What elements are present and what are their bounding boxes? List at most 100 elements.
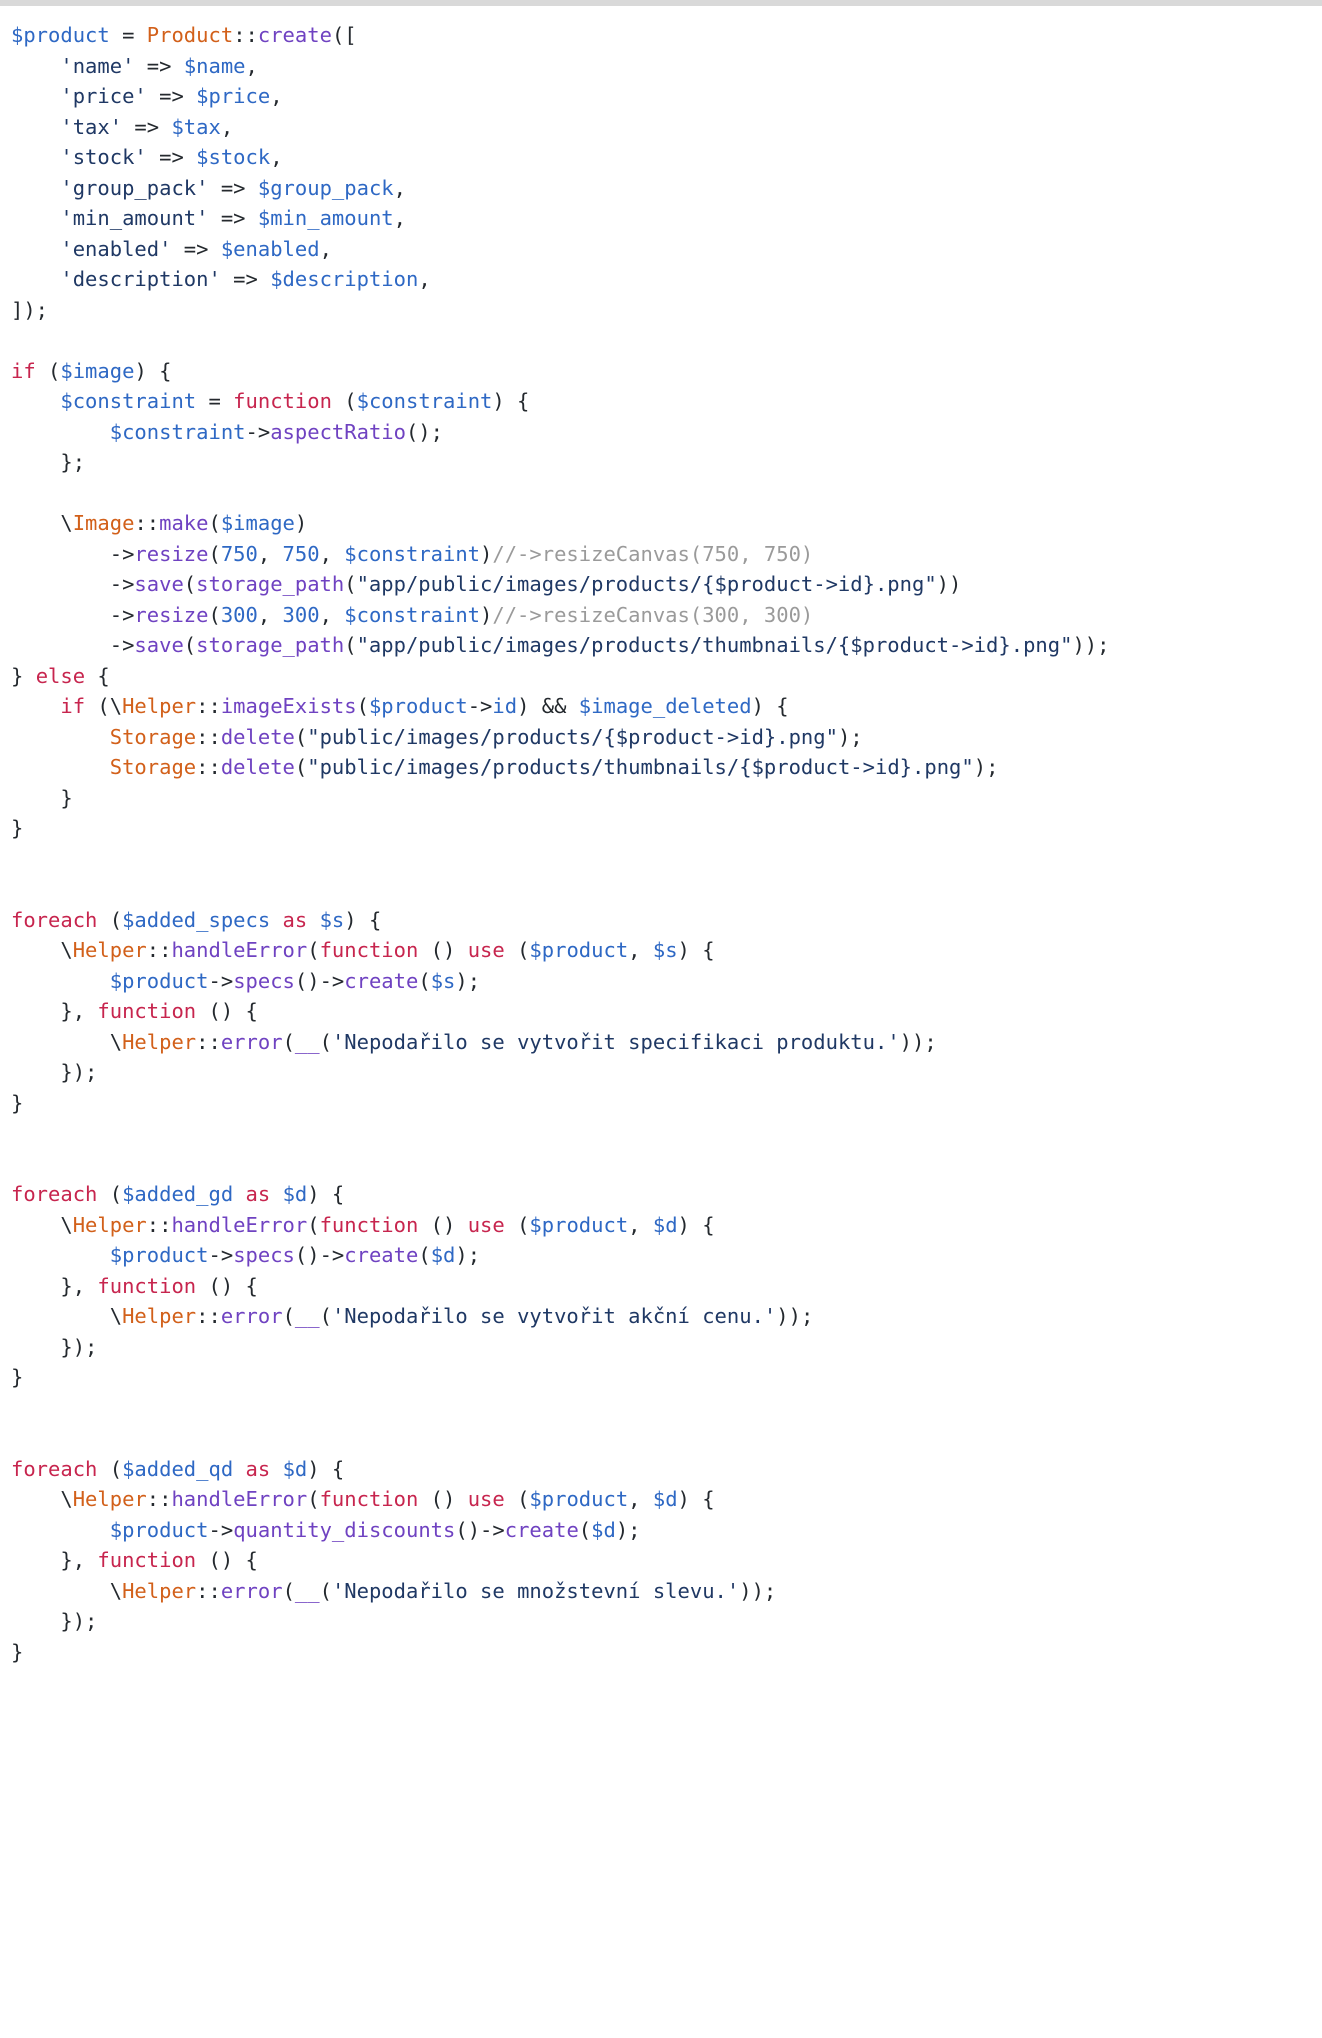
code-token-fn: imageExists xyxy=(220,694,357,718)
code-line: 'price' => $price, xyxy=(11,81,1322,112)
code-line: }); xyxy=(11,1057,1322,1088)
code-line: \Helper::error(__('Nepodařilo se množste… xyxy=(11,1576,1322,1607)
code-token-str: 'enabled' xyxy=(60,236,172,261)
code-line: if (\Helper::imageExists($product->id) &… xyxy=(11,691,1322,722)
code-token-pun: :: xyxy=(196,1029,221,1054)
code-token-pun xyxy=(11,267,60,291)
code-token-pun: )); xyxy=(1072,633,1110,657)
code-token-str: 'Nepodařilo se vytvořit specifikaci prod… xyxy=(331,1029,900,1054)
code-line: \Helper::error(__('Nepodařilo se vytvoři… xyxy=(11,1301,1322,1332)
code-token-fn: storage_path xyxy=(196,633,345,657)
code-token-var: $product xyxy=(529,1212,629,1237)
code-token-pun: , xyxy=(628,1212,653,1237)
code-token-var: $product xyxy=(368,694,468,718)
code-token-pun: ( xyxy=(344,572,357,596)
code-token-pun: , xyxy=(270,145,283,169)
code-token-cls: Helper xyxy=(122,1578,197,1603)
code-token-cmt: //->resizeCanvas(750, 750) xyxy=(492,541,814,566)
code-token-pun: () xyxy=(418,1487,468,1511)
code-token-kw: foreach xyxy=(11,907,98,932)
code-token-var: $tax xyxy=(171,114,221,139)
code-line: }); xyxy=(11,1332,1322,1363)
code-token-str: 'tax' xyxy=(60,114,123,139)
code-token-pun xyxy=(11,969,110,993)
code-token-kw: else xyxy=(35,663,86,688)
code-token-str: 'price' xyxy=(60,84,147,108)
code-token-kw: function xyxy=(319,1212,419,1237)
code-line: 'min_amount' => $min_amount, xyxy=(11,203,1322,234)
code-token-var: $s xyxy=(652,938,678,962)
code-token-str: "public/images/products/thumbnails/{$pro… xyxy=(307,755,974,779)
code-token-fn: quantity_discounts xyxy=(233,1517,456,1542)
code-token-pun xyxy=(11,1518,110,1542)
code-token-var: $group_pack xyxy=(257,175,394,200)
code-token-pun: :: xyxy=(146,1487,172,1511)
code-line: \Helper::handleError(function () use ($p… xyxy=(11,1484,1322,1515)
code-token-pun: }); xyxy=(11,1060,98,1084)
code-line: }, function () { xyxy=(11,1271,1322,1302)
code-token-str: "app/public/images/products/thumbnails/{… xyxy=(356,633,1073,657)
code-token-fn: create xyxy=(257,23,332,47)
code-token-pun: }); xyxy=(11,1334,98,1359)
code-token-pun xyxy=(11,206,60,230)
code-line: $product->specs()->create($s); xyxy=(11,966,1322,997)
code-token-prop: id xyxy=(492,694,518,718)
code-line: ->save(storage_path("app/public/images/p… xyxy=(11,569,1322,600)
code-token-pun: () xyxy=(418,1212,468,1237)
code-token-pun: ( xyxy=(282,1578,295,1603)
code-token-pun: :: xyxy=(233,23,258,47)
code-token-var: $d xyxy=(591,1517,616,1542)
code-token-pun: , xyxy=(628,938,653,962)
code-line: $product->quantity_discounts()->create($… xyxy=(11,1515,1322,1546)
code-token-pun: ( xyxy=(183,572,197,596)
code-token-fn: specs xyxy=(233,1243,295,1267)
code-line: $product->specs()->create($d); xyxy=(11,1240,1322,1271)
code-token-var: $min_amount xyxy=(257,206,394,230)
code-token-pun: ( xyxy=(294,755,308,779)
code-token-cls: Helper xyxy=(72,1487,147,1511)
code-line: }, function () { xyxy=(11,996,1322,1027)
code-line: } xyxy=(11,1088,1322,1119)
code-token-var: $stock xyxy=(196,145,271,169)
code-token-var: $image xyxy=(60,358,135,383)
code-line: if ($image) { xyxy=(11,356,1322,387)
code-token-pun: ); xyxy=(837,724,863,749)
code-token-pun xyxy=(11,755,110,779)
code-token-pun: ( xyxy=(208,511,221,535)
code-token-pun: ( xyxy=(504,1487,530,1511)
code-token-pun: => xyxy=(171,236,221,261)
code-token-pun xyxy=(11,420,110,444)
code-token-pun: }, xyxy=(11,1548,98,1572)
code-token-pun: ( xyxy=(504,938,530,962)
code-token-pun: , xyxy=(319,602,345,627)
code-line: ]); xyxy=(11,295,1322,326)
code-token-var: $s xyxy=(430,968,456,993)
code-line: 'tax' => $tax, xyxy=(11,112,1322,143)
code-token-var: $d xyxy=(652,1487,678,1511)
code-token-pun: ( xyxy=(319,1578,332,1603)
code-token-pun xyxy=(11,176,60,200)
code-token-pun: -> xyxy=(11,572,135,596)
code-token-pun: ) { xyxy=(677,1487,715,1511)
code-token-var: $enabled xyxy=(220,236,320,261)
code-token-pun: } xyxy=(11,816,24,840)
code-token-pun xyxy=(270,1182,282,1206)
code-token-pun: } xyxy=(11,1365,24,1389)
code-token-var: $product xyxy=(529,938,629,962)
code-token-pun: => xyxy=(146,145,197,169)
code-token-var: $constraint xyxy=(344,541,481,566)
code-line: Storage::delete("public/images/products/… xyxy=(11,752,1322,783)
code-token-var: $product xyxy=(109,1517,209,1542)
code-token-str: 'group_pack' xyxy=(60,175,209,200)
code-listing[interactable]: $product = Product::create([ 'name' => $… xyxy=(0,6,1322,1667)
code-token-var: $name xyxy=(183,53,246,78)
code-token-pun: \ xyxy=(11,1304,123,1328)
code-token-pun: ( xyxy=(307,1212,320,1237)
code-token-pun: , xyxy=(220,114,234,139)
code-token-var: $constraint xyxy=(356,389,493,413)
code-token-pun: ) { xyxy=(677,1212,715,1237)
code-token-fn: __ xyxy=(294,1029,320,1054)
code-token-fn: __ xyxy=(294,1304,320,1328)
